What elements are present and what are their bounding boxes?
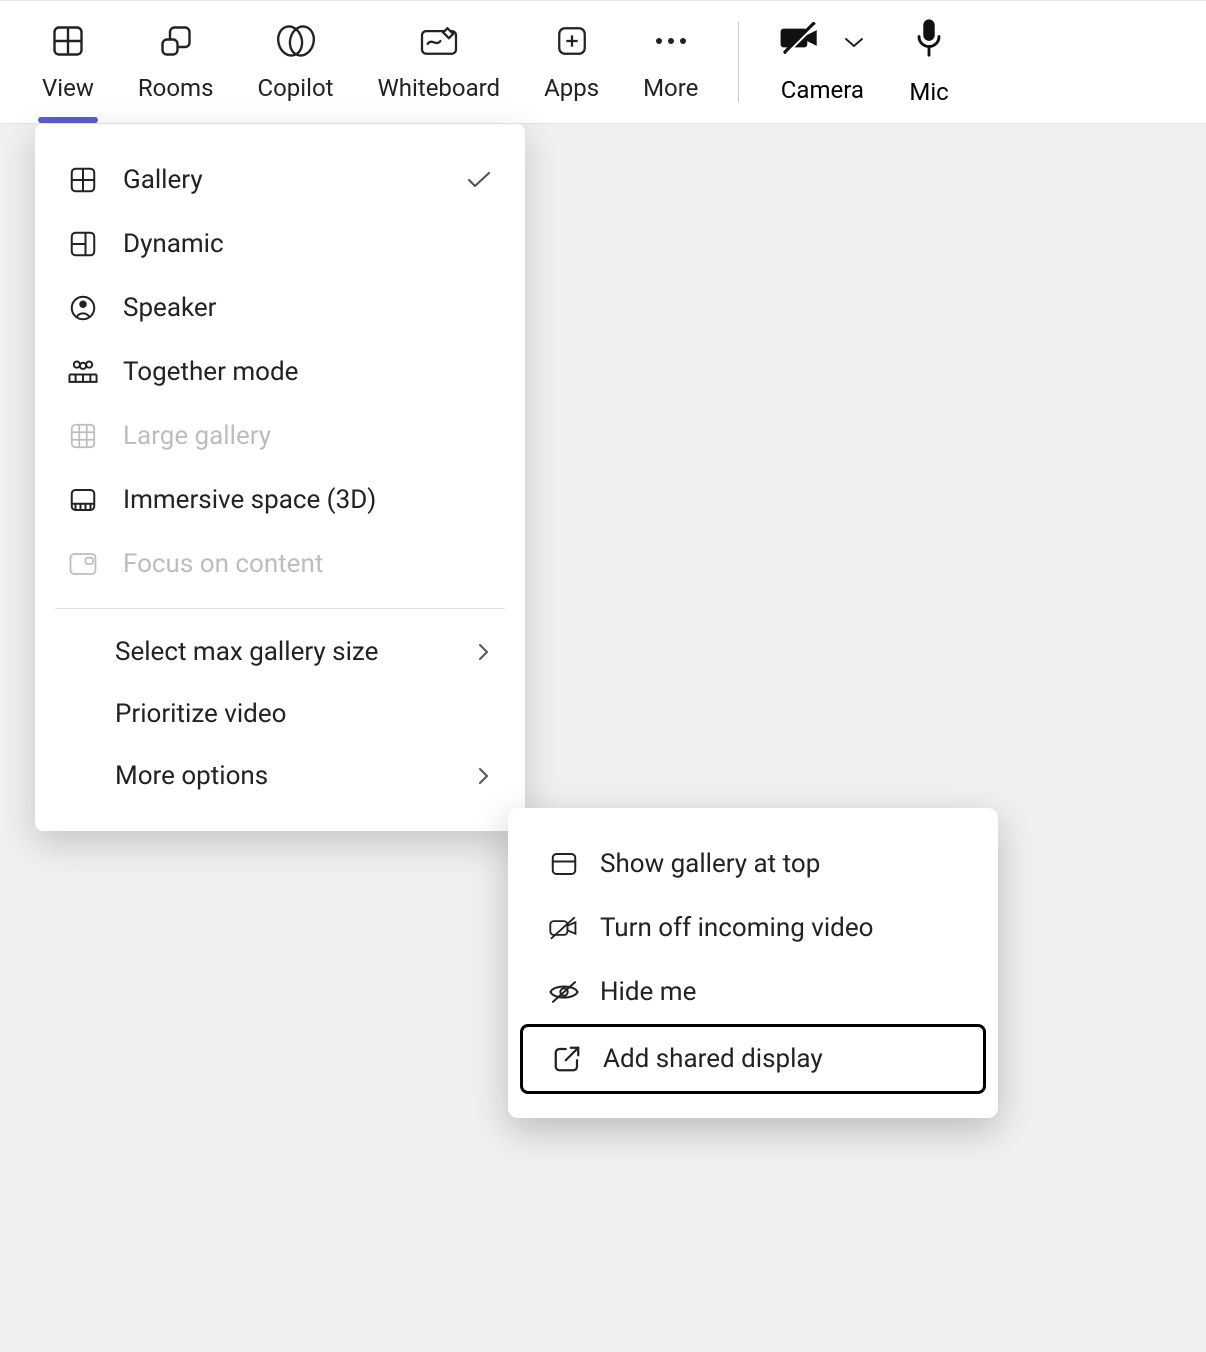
menu-label: Gallery	[123, 165, 441, 195]
apps-label: Apps	[544, 74, 599, 102]
submenu-item-turn-off-incoming-video[interactable]: Turn off incoming video	[520, 896, 986, 960]
menu-divider	[55, 608, 505, 609]
menu-label: Prioritize video	[115, 699, 493, 729]
apps-button[interactable]: Apps	[522, 1, 621, 123]
mic-label: Mic	[909, 78, 948, 106]
apps-icon	[555, 22, 589, 60]
chevron-right-icon	[473, 641, 493, 663]
view-label: View	[42, 74, 94, 102]
submenu-label: Hide me	[600, 977, 696, 1007]
grid-icon	[67, 164, 99, 196]
rooms-icon	[158, 22, 194, 60]
menu-item-large-gallery: Large gallery	[35, 404, 525, 468]
copilot-icon	[274, 22, 318, 60]
camera-off-icon	[779, 20, 823, 62]
together-icon	[67, 356, 99, 388]
meeting-toolbar: View Rooms Copilot Whiteboard	[0, 0, 1206, 124]
more-options-submenu: Show gallery at top Turn off incoming vi…	[508, 808, 998, 1118]
grid-icon	[50, 22, 86, 60]
menu-item-speaker[interactable]: Speaker	[35, 276, 525, 340]
submenu-item-show-gallery-top[interactable]: Show gallery at top	[520, 832, 986, 896]
menu-label: Speaker	[123, 293, 493, 323]
menu-label: Dynamic	[123, 229, 493, 259]
immersive-icon	[67, 484, 99, 516]
menu-item-focus-content: Focus on content	[35, 532, 525, 596]
menu-label: Select max gallery size	[115, 637, 449, 667]
mic-icon	[914, 18, 944, 64]
submenu-item-hide-me[interactable]: Hide me	[520, 960, 986, 1024]
submenu-label: Add shared display	[603, 1044, 823, 1074]
more-button[interactable]: More	[621, 1, 720, 123]
submenu-item-add-shared-display[interactable]: Add shared display	[520, 1024, 986, 1094]
camera-label: Camera	[781, 76, 864, 104]
menu-label: Large gallery	[123, 421, 493, 451]
rooms-button[interactable]: Rooms	[116, 1, 236, 123]
more-label: More	[643, 74, 698, 102]
rooms-label: Rooms	[138, 74, 214, 102]
submenu-label: Show gallery at top	[600, 849, 820, 879]
copilot-label: Copilot	[258, 74, 334, 102]
menu-label: Focus on content	[123, 549, 493, 579]
menu-item-more-options[interactable]: More options	[35, 745, 525, 807]
menu-label: Together mode	[123, 357, 493, 387]
submenu-label: Turn off incoming video	[600, 913, 873, 943]
menu-label: Immersive space (3D)	[123, 485, 493, 515]
video-off-icon	[548, 912, 580, 944]
menu-item-dynamic[interactable]: Dynamic	[35, 212, 525, 276]
large-grid-icon	[67, 420, 99, 452]
chevron-right-icon	[473, 765, 493, 787]
menu-label: More options	[115, 761, 449, 791]
whiteboard-icon	[419, 22, 459, 60]
dynamic-grid-icon	[67, 228, 99, 260]
popout-icon	[551, 1043, 583, 1075]
copilot-button[interactable]: Copilot	[236, 1, 356, 123]
eye-off-icon	[548, 976, 580, 1008]
more-icon	[653, 22, 689, 60]
menu-item-prioritize-video[interactable]: Prioritize video	[35, 683, 525, 745]
menu-item-gallery[interactable]: Gallery	[35, 148, 525, 212]
view-menu: Gallery Dynamic Speaker To	[35, 124, 525, 831]
menu-item-select-max-gallery[interactable]: Select max gallery size	[35, 621, 525, 683]
toolbar-separator	[738, 22, 739, 102]
whiteboard-button[interactable]: Whiteboard	[356, 1, 523, 123]
menu-item-together-mode[interactable]: Together mode	[35, 340, 525, 404]
gallery-top-icon	[548, 848, 580, 880]
mic-button[interactable]: Mic	[887, 1, 954, 123]
checkmark-icon	[465, 170, 493, 190]
whiteboard-label: Whiteboard	[378, 74, 501, 102]
camera-button[interactable]: Camera	[757, 1, 887, 123]
speaker-icon	[67, 292, 99, 324]
menu-item-immersive-space[interactable]: Immersive space (3D)	[35, 468, 525, 532]
focus-icon	[67, 548, 99, 580]
chevron-down-icon[interactable]	[843, 27, 865, 55]
view-button[interactable]: View	[20, 1, 116, 123]
